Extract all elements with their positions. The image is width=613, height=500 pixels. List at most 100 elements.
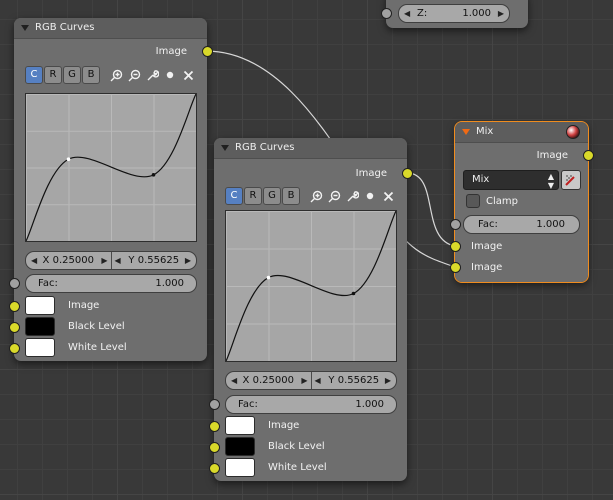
color-picker-button[interactable] bbox=[561, 170, 581, 190]
increase-arrow-icon[interactable]: ▶ bbox=[185, 252, 191, 269]
node-header[interactable]: RGB Curves bbox=[214, 138, 407, 159]
updown-arrows-icon: ▲ ▼ bbox=[547, 172, 554, 190]
output-image-socket[interactable] bbox=[402, 168, 413, 179]
clamp-checkbox[interactable] bbox=[466, 194, 480, 208]
channel-c-button[interactable]: C bbox=[25, 66, 43, 84]
output-image-socket[interactable] bbox=[583, 150, 594, 161]
decrease-arrow-icon[interactable]: ◀ bbox=[231, 372, 237, 389]
zoom-in-icon[interactable] bbox=[307, 187, 325, 205]
point-x-field[interactable]: ◀ X 0.25000 ▶ bbox=[26, 252, 111, 269]
curve-toolbar: C R G B bbox=[25, 66, 197, 84]
rgb-curves-node-2[interactable]: RGB Curves Image C R G B ◀ X 0.25000 ▶ ◀… bbox=[209, 138, 413, 481]
collapse-triangle-icon[interactable] bbox=[462, 129, 470, 135]
fac-label: Fac: bbox=[478, 219, 498, 230]
fac-label: Fac: bbox=[38, 278, 58, 289]
curve-graph[interactable] bbox=[26, 94, 196, 241]
eyedropper-icon bbox=[565, 175, 575, 186]
black-level-swatch[interactable] bbox=[25, 317, 55, 336]
point-y-field[interactable]: ◀ Y 0.55625 ▶ bbox=[110, 252, 197, 269]
mix-node[interactable]: Mix Image Mix ▲ ▼ Clamp Fac: 1.000 Image … bbox=[450, 121, 594, 283]
point-coordinates[interactable]: ◀ X 0.25000 ▶ ◀ Y 0.55625 ▶ bbox=[25, 251, 197, 270]
curve-editor[interactable] bbox=[25, 93, 197, 242]
channel-r-button[interactable]: R bbox=[44, 66, 62, 84]
white-level-label: White Level bbox=[268, 462, 327, 473]
curve-toolbar: C R G B bbox=[225, 187, 397, 205]
increase-arrow-icon[interactable]: ▶ bbox=[301, 372, 307, 389]
channel-g-button[interactable]: G bbox=[63, 66, 81, 84]
node-header[interactable]: RGB Curves bbox=[14, 18, 207, 39]
curve-graph[interactable] bbox=[226, 211, 396, 361]
channel-b-button[interactable]: B bbox=[82, 66, 100, 84]
fac-field[interactable]: Fac: 1.000 bbox=[225, 395, 397, 414]
node-title: RGB Curves bbox=[235, 142, 295, 153]
output-image-label: Image bbox=[355, 168, 387, 179]
wrench-icon[interactable] bbox=[143, 66, 161, 84]
black-level-label: Black Level bbox=[68, 321, 125, 332]
black-level-swatch[interactable] bbox=[225, 437, 255, 456]
zoom-out-icon[interactable] bbox=[125, 66, 143, 84]
curve-editor[interactable] bbox=[225, 210, 397, 362]
increase-arrow-icon[interactable]: ▶ bbox=[385, 372, 391, 389]
white-level-swatch[interactable] bbox=[25, 338, 55, 357]
collapse-triangle-icon[interactable] bbox=[221, 145, 229, 151]
collapse-triangle-icon[interactable] bbox=[21, 25, 29, 31]
zoom-out-icon[interactable] bbox=[325, 187, 343, 205]
black-level-input-socket[interactable] bbox=[209, 442, 220, 453]
image-input-socket[interactable] bbox=[9, 301, 20, 312]
image-input-2-socket[interactable] bbox=[450, 262, 461, 273]
point-x-field[interactable]: ◀ X 0.25000 ▶ bbox=[226, 372, 311, 389]
output-image-label: Image bbox=[155, 46, 187, 57]
preview-sphere-icon[interactable] bbox=[566, 125, 580, 139]
close-icon[interactable] bbox=[179, 66, 197, 84]
image-input-socket[interactable] bbox=[209, 421, 220, 432]
curve-line[interactable] bbox=[26, 94, 196, 241]
clamp-label: Clamp bbox=[486, 196, 518, 207]
point-y-value: Y 0.55625 bbox=[328, 375, 380, 386]
dot-icon[interactable] bbox=[361, 187, 379, 205]
output-image-socket[interactable] bbox=[202, 46, 213, 57]
fac-field[interactable]: Fac: 1.000 bbox=[463, 215, 580, 234]
channel-g-button[interactable]: G bbox=[263, 187, 281, 205]
fac-value: 1.000 bbox=[536, 219, 565, 230]
black-level-input-socket[interactable] bbox=[9, 322, 20, 333]
increase-arrow-icon[interactable]: ▶ bbox=[101, 252, 107, 269]
channel-r-button[interactable]: R bbox=[244, 187, 262, 205]
white-level-input-socket[interactable] bbox=[9, 343, 20, 354]
white-level-input-socket[interactable] bbox=[209, 463, 220, 474]
fac-input-socket[interactable] bbox=[9, 278, 20, 289]
white-level-swatch[interactable] bbox=[225, 458, 255, 477]
node-header[interactable]: Mix bbox=[455, 122, 588, 143]
z-input-socket[interactable] bbox=[381, 8, 392, 19]
close-icon[interactable] bbox=[379, 187, 397, 205]
decrease-arrow-icon[interactable]: ◀ bbox=[315, 372, 321, 389]
decrease-arrow-icon[interactable]: ◀ bbox=[404, 5, 410, 22]
point-coordinates[interactable]: ◀ X 0.25000 ▶ ◀ Y 0.55625 ▶ bbox=[225, 371, 397, 390]
fac-value: 1.000 bbox=[155, 278, 184, 289]
curve-control-point[interactable] bbox=[266, 275, 271, 280]
image-color-swatch[interactable] bbox=[25, 296, 55, 315]
fac-input-socket[interactable] bbox=[450, 219, 461, 230]
dot-icon[interactable] bbox=[161, 66, 179, 84]
point-y-field[interactable]: ◀ Y 0.55625 ▶ bbox=[310, 372, 397, 389]
image-color-swatch[interactable] bbox=[225, 416, 255, 435]
point-y-value: Y 0.55625 bbox=[128, 255, 180, 266]
decrease-arrow-icon[interactable]: ◀ bbox=[115, 252, 121, 269]
increase-arrow-icon[interactable]: ▶ bbox=[498, 5, 504, 22]
image-input-1-socket[interactable] bbox=[450, 241, 461, 252]
curve-control-point[interactable] bbox=[351, 291, 356, 296]
curve-control-point[interactable] bbox=[66, 157, 71, 162]
channel-c-button[interactable]: C bbox=[225, 187, 243, 205]
node-title: Mix bbox=[476, 126, 494, 137]
fac-input-socket[interactable] bbox=[209, 399, 220, 410]
wrench-icon[interactable] bbox=[343, 187, 361, 205]
decrease-arrow-icon[interactable]: ◀ bbox=[31, 252, 37, 269]
curve-line[interactable] bbox=[226, 211, 396, 361]
zoom-in-icon[interactable] bbox=[107, 66, 125, 84]
output-image-label: Image bbox=[536, 150, 568, 161]
curve-control-point[interactable] bbox=[151, 173, 156, 177]
channel-b-button[interactable]: B bbox=[282, 187, 300, 205]
blend-mode-select[interactable]: Mix ▲ ▼ bbox=[463, 170, 559, 190]
fac-field[interactable]: Fac: 1.000 bbox=[25, 274, 197, 293]
rgb-curves-node-1[interactable]: RGB Curves Image C R G B ◀ X 0.25000 ▶ ◀… bbox=[9, 18, 213, 361]
z-field[interactable]: ◀ Z: 1.000 ▶ bbox=[398, 4, 510, 23]
